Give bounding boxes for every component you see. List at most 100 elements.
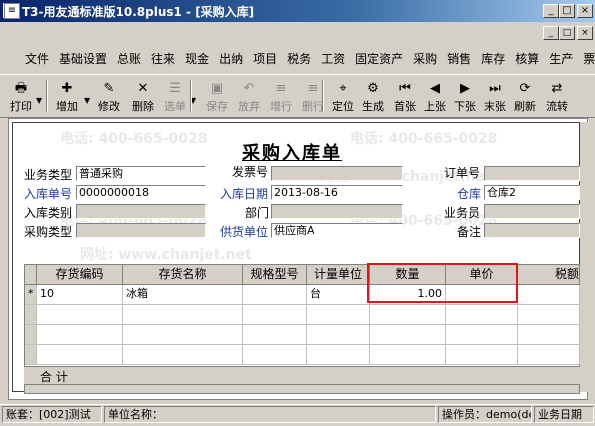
toolbar-button-label: 流转 — [546, 100, 568, 113]
mdi-close-button[interactable]: × — [577, 26, 593, 40]
maximize-button[interactable]: □ — [559, 4, 575, 18]
grid-cell-qty[interactable] — [370, 325, 446, 345]
grid-cell-code[interactable]: 10 — [37, 285, 123, 305]
grid-cell-name[interactable]: 冰箱 — [123, 285, 243, 305]
department-field[interactable] — [271, 204, 403, 219]
grid-cell-code[interactable] — [37, 325, 123, 345]
grid-cell-marker[interactable]: * — [25, 285, 37, 305]
menu-cashier[interactable]: 出纳 — [214, 50, 248, 68]
toolbar-button-10[interactable]: ⚙ 生成 — [356, 79, 390, 115]
dropdown-arrow-icon[interactable]: ▼ — [36, 96, 42, 105]
menu-project[interactable]: 项目 — [248, 50, 282, 68]
toolbar-button-7[interactable]: ≡ 增行 — [264, 79, 298, 115]
toolbar-button-13[interactable]: ▶ 下张 — [448, 79, 482, 115]
col-header-tax[interactable]: 税额 — [518, 265, 580, 285]
toolbar-button-2[interactable]: ✎ 修改 — [92, 79, 126, 115]
grid-cell-spec[interactable] — [243, 305, 307, 325]
receipt-date-field[interactable]: 2013-08-16 — [271, 185, 403, 200]
col-header-spec[interactable]: 规格型号 — [243, 265, 307, 285]
horizontal-scrollbar[interactable] — [24, 384, 580, 394]
highlight-box — [367, 263, 518, 303]
close-button[interactable]: × — [577, 4, 593, 18]
toolbar-button-label: 增加 — [56, 100, 78, 113]
business-type-field[interactable]: 普通采购 — [76, 166, 206, 181]
grid-cell-marker[interactable] — [25, 305, 37, 325]
toolbar-button-0[interactable]: 🖶 打印 — [4, 79, 38, 115]
grid-cell-qty[interactable] — [370, 305, 446, 325]
menu-sales[interactable]: 销售 — [442, 50, 476, 68]
warehouse-field[interactable]: 仓库2 — [484, 185, 580, 200]
toolbar-button-8[interactable]: ≡ 删行 — [296, 79, 330, 115]
menu-basic-settings[interactable]: 基础设置 — [54, 50, 112, 68]
grid-cell-name[interactable] — [123, 345, 243, 365]
order-no-field[interactable] — [484, 166, 580, 181]
col-header-unit[interactable]: 计量单位 — [307, 265, 370, 285]
grid-cell-unit[interactable] — [307, 345, 370, 365]
grid-cell-tax[interactable] — [518, 345, 580, 365]
toolbar-button-5[interactable]: ▣ 保存 — [200, 79, 234, 115]
grid-cell-code[interactable] — [37, 345, 123, 365]
grid-cell-unit[interactable] — [307, 305, 370, 325]
menu-inventory[interactable]: 库存 — [476, 50, 510, 68]
mdi-minimize-button[interactable]: _ — [543, 26, 559, 40]
toolbar-button-label: 删行 — [302, 100, 324, 113]
grid-cell-code[interactable] — [37, 305, 123, 325]
col-header-name[interactable]: 存货名称 — [123, 265, 243, 285]
vertical-scrollbar[interactable] — [580, 122, 594, 392]
grid-cell-unit[interactable]: 台 — [307, 285, 370, 305]
grid-cell-price[interactable] — [446, 345, 518, 365]
status-account: 账套：[002]测试 — [2, 406, 102, 423]
toolbar-button-1[interactable]: ✚ 增加 — [50, 79, 84, 115]
menu-receivables[interactable]: 往来 — [146, 50, 180, 68]
add-doc-icon: ✚ — [61, 81, 73, 96]
purchase-type-field[interactable] — [76, 223, 206, 238]
toolbar-button-9[interactable]: ⌖ 定位 — [326, 79, 360, 115]
grid-cell-spec[interactable] — [243, 285, 307, 305]
salesperson-field[interactable] — [484, 204, 580, 219]
grid-cell-tax[interactable] — [518, 305, 580, 325]
remark-field[interactable] — [484, 223, 580, 238]
grid-cell-qty[interactable] — [370, 345, 446, 365]
invoice-no-label: 发票号 — [232, 165, 269, 179]
invoice-no-field[interactable] — [271, 166, 403, 181]
mdi-restore-button[interactable]: □ — [559, 26, 575, 40]
toolbar-button-6[interactable]: ↶ 放弃 — [232, 79, 266, 115]
toolbar-button-16[interactable]: ⇄ 流转 — [540, 79, 574, 115]
menu-general-ledger[interactable]: 总账 — [112, 50, 146, 68]
toolbar-button-14[interactable]: ⏭ 末张 — [478, 79, 512, 115]
receipt-no-field[interactable]: 0000000018 — [76, 185, 206, 200]
menu-cash[interactable]: 现金 — [180, 50, 214, 68]
menu-accounting[interactable]: 核算 — [510, 50, 544, 68]
toolbar-button-15[interactable]: ⟳ 刷新 — [508, 79, 542, 115]
grid-cell-price[interactable] — [446, 305, 518, 325]
prev-icon: ◀ — [430, 81, 440, 96]
grid-cell-spec[interactable] — [243, 345, 307, 365]
grid-cell-tax[interactable] — [518, 325, 580, 345]
toolbar-button-3[interactable]: ✕ 删除 — [126, 79, 160, 115]
grid-cell-name[interactable] — [123, 305, 243, 325]
toolbar-button-4[interactable]: ☰ 选单 — [158, 79, 192, 115]
grid-cell-name[interactable] — [123, 325, 243, 345]
grid-cell-marker[interactable] — [25, 345, 37, 365]
toolbar-button-11[interactable]: ⏮ 首张 — [388, 79, 422, 115]
menu-production[interactable]: 生产 — [544, 50, 578, 68]
receipt-category-field[interactable] — [76, 204, 206, 219]
menu-purchase[interactable]: 采购 — [408, 50, 442, 68]
dropdown-arrow-icon[interactable]: ▼ — [84, 96, 90, 105]
menu-bills[interactable]: 票据 — [578, 50, 595, 68]
grid-cell-tax[interactable] — [518, 285, 580, 305]
menu-file[interactable]: 文件 — [20, 50, 54, 68]
document-icon[interactable]: ≡ — [4, 3, 20, 19]
grid-cell-spec[interactable] — [243, 325, 307, 345]
grid-cell-price[interactable] — [446, 325, 518, 345]
total-row — [24, 366, 580, 384]
menu-tax[interactable]: 税务 — [282, 50, 316, 68]
minimize-button[interactable]: _ — [543, 4, 559, 18]
menu-fixed-assets[interactable]: 固定资产 — [350, 50, 408, 68]
col-header-code[interactable]: 存货编码 — [37, 265, 123, 285]
grid-cell-unit[interactable] — [307, 325, 370, 345]
grid-cell-marker[interactable] — [25, 325, 37, 345]
menu-payroll[interactable]: 工资 — [316, 50, 350, 68]
toolbar-button-12[interactable]: ◀ 上张 — [418, 79, 452, 115]
supplier-field[interactable]: 供应商A — [271, 223, 403, 238]
